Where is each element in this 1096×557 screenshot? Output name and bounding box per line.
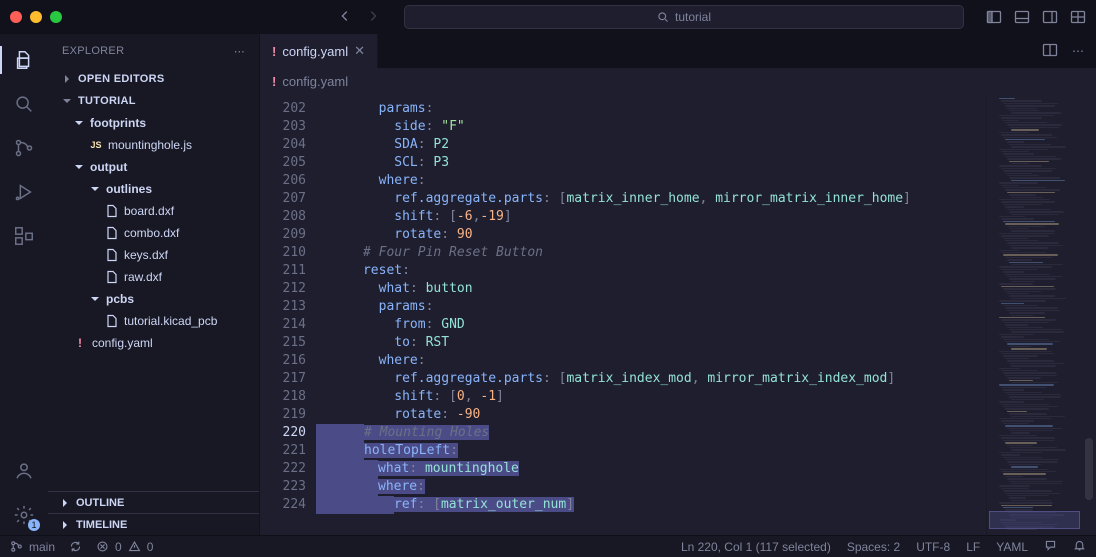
layout-controls xyxy=(986,9,1086,25)
close-tab-icon[interactable]: ✕ xyxy=(354,43,365,59)
chevron-down-icon xyxy=(88,184,102,194)
workbench: 1 EXPLORER ⋯ OPEN EDITORS TUTORIAL footp… xyxy=(0,34,1096,535)
file-tutorial-kicad-pcb[interactable]: tutorial.kicad_pcb xyxy=(48,310,259,332)
folder-pcbs[interactable]: pcbs xyxy=(48,288,259,310)
status-eol[interactable]: LF xyxy=(966,540,980,554)
file-board-dxf[interactable]: board.dxf xyxy=(48,200,259,222)
activity-bar: 1 xyxy=(0,34,48,535)
chevron-right-icon xyxy=(58,498,72,508)
status-problems[interactable]: 0 0 xyxy=(96,540,153,554)
folder-footprints[interactable]: footprints xyxy=(48,112,259,134)
status-bar: main 0 0 Ln 220, Col 1 (117 selected) Sp… xyxy=(0,535,1096,557)
branch-icon xyxy=(10,540,23,553)
yaml-file-icon: ! xyxy=(78,336,82,350)
status-bell-icon[interactable] xyxy=(1073,539,1086,555)
activity-search-icon[interactable] xyxy=(0,84,48,124)
maximize-window-icon[interactable] xyxy=(50,11,62,23)
explorer-title: EXPLORER xyxy=(62,45,124,57)
activity-account-icon[interactable] xyxy=(0,451,48,491)
file-icon xyxy=(104,248,120,262)
status-indent[interactable]: Spaces: 2 xyxy=(847,540,900,554)
error-icon xyxy=(96,540,109,553)
file-config-yaml[interactable]: !config.yaml xyxy=(48,332,259,354)
open-editors-section[interactable]: OPEN EDITORS xyxy=(48,68,259,90)
close-window-icon[interactable] xyxy=(10,11,22,23)
explorer-header: EXPLORER ⋯ xyxy=(48,34,259,68)
toggle-secondary-sidebar-icon[interactable] xyxy=(1042,9,1058,25)
editor-group: ! config.yaml ✕ ⋯ ! config.yaml 20220320… xyxy=(260,34,1096,535)
file-raw-dxf[interactable]: raw.dxf xyxy=(48,266,259,288)
status-feedback-icon[interactable] xyxy=(1044,539,1057,555)
command-center-search[interactable]: tutorial xyxy=(404,5,964,29)
chevron-down-icon xyxy=(72,162,86,172)
explorer-more-icon[interactable]: ⋯ xyxy=(234,45,245,58)
chevron-right-icon xyxy=(60,74,74,84)
toggle-primary-sidebar-icon[interactable] xyxy=(986,9,1002,25)
status-language[interactable]: YAML xyxy=(996,540,1028,554)
outline-section[interactable]: OUTLINE xyxy=(48,491,259,513)
title-bar: tutorial xyxy=(0,0,1096,34)
js-file-icon: JS xyxy=(90,140,101,150)
line-number-gutter: 2022032042052062072082092102112122132142… xyxy=(260,94,316,535)
yaml-file-icon: ! xyxy=(272,74,276,89)
minimap[interactable] xyxy=(986,94,1082,535)
vertical-scrollbar[interactable] xyxy=(1082,94,1096,535)
chevron-down-icon xyxy=(72,118,86,128)
yaml-file-icon: ! xyxy=(272,44,276,59)
activity-run-debug-icon[interactable] xyxy=(0,172,48,212)
chevron-right-icon xyxy=(58,520,72,530)
settings-badge: 1 xyxy=(28,519,40,531)
explorer-sidebar: EXPLORER ⋯ OPEN EDITORS TUTORIAL footpri… xyxy=(48,34,260,535)
chevron-down-icon xyxy=(88,294,102,304)
tab-bar: ! config.yaml ✕ ⋯ xyxy=(260,34,1096,68)
file-combo-dxf[interactable]: combo.dxf xyxy=(48,222,259,244)
file-icon xyxy=(104,204,120,218)
status-cursor[interactable]: Ln 220, Col 1 (117 selected) xyxy=(681,540,831,554)
minimize-window-icon[interactable] xyxy=(30,11,42,23)
file-icon xyxy=(104,270,120,284)
file-icon xyxy=(104,314,120,328)
warning-icon xyxy=(128,540,141,553)
workspace-section[interactable]: TUTORIAL xyxy=(48,90,259,112)
status-sync[interactable] xyxy=(69,540,82,553)
activity-source-control-icon[interactable] xyxy=(0,128,48,168)
sync-icon xyxy=(69,540,82,553)
tab-config-yaml[interactable]: ! config.yaml ✕ xyxy=(260,34,378,68)
nav-forward-icon[interactable] xyxy=(366,9,380,26)
nav-arrows xyxy=(338,9,380,26)
activity-explorer-icon[interactable] xyxy=(0,40,48,80)
customize-layout-icon[interactable] xyxy=(1070,9,1086,25)
activity-extensions-icon[interactable] xyxy=(0,216,48,256)
status-branch[interactable]: main xyxy=(10,540,55,554)
file-mountinghole-js[interactable]: JS mountinghole.js xyxy=(48,134,259,156)
status-encoding[interactable]: UTF-8 xyxy=(916,540,950,554)
search-icon xyxy=(657,11,669,23)
chevron-down-icon xyxy=(60,96,74,106)
scrollbar-thumb[interactable] xyxy=(1085,438,1093,500)
folder-outlines[interactable]: outlines xyxy=(48,178,259,200)
code-content[interactable]: params: side: "F" SDA: P2 SCL: P3 where:… xyxy=(316,94,986,535)
timeline-section[interactable]: TIMELINE xyxy=(48,513,259,535)
editor[interactable]: 2022032042052062072082092102112122132142… xyxy=(260,94,1096,535)
breadcrumb-label: config.yaml xyxy=(282,74,348,89)
minimap-viewport[interactable] xyxy=(989,511,1080,529)
tab-more-icon[interactable]: ⋯ xyxy=(1072,44,1084,58)
command-center-text: tutorial xyxy=(675,10,711,24)
nav-back-icon[interactable] xyxy=(338,9,352,26)
window-controls xyxy=(10,11,62,23)
file-tree: OPEN EDITORS TUTORIAL footprints JS moun… xyxy=(48,68,259,491)
toggle-panel-icon[interactable] xyxy=(1014,9,1030,25)
file-keys-dxf[interactable]: keys.dxf xyxy=(48,244,259,266)
breadcrumb[interactable]: ! config.yaml xyxy=(260,68,1096,94)
file-icon xyxy=(104,226,120,240)
split-editor-icon[interactable] xyxy=(1042,42,1058,61)
folder-output[interactable]: output xyxy=(48,156,259,178)
activity-settings-icon[interactable]: 1 xyxy=(0,495,48,535)
tab-label: config.yaml xyxy=(282,44,348,59)
